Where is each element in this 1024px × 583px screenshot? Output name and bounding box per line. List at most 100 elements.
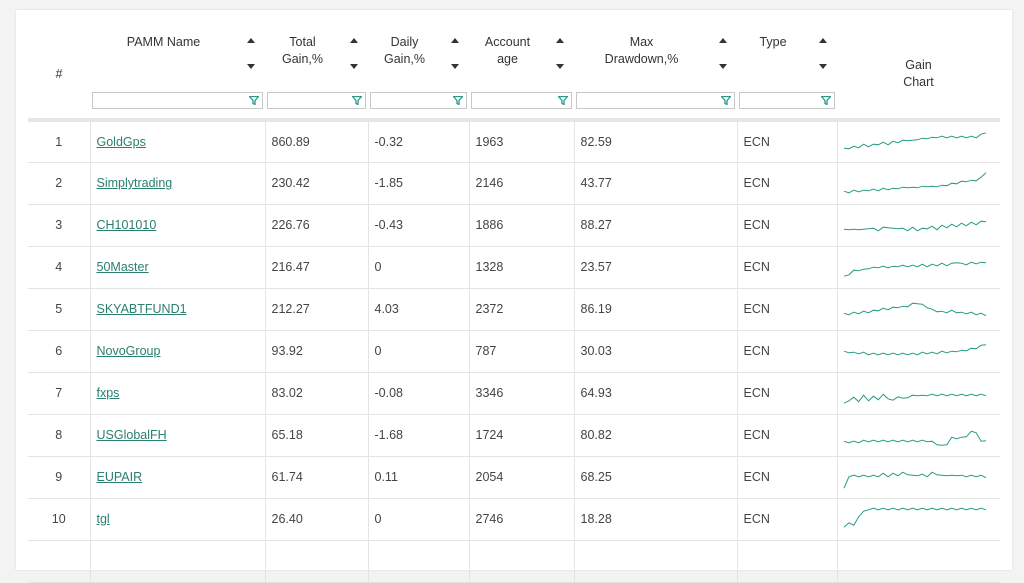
cell-gain-chart [837,288,1000,331]
cell-dd: 86.19 [574,288,738,331]
cell-num: 3 [28,204,91,247]
cell-num: 1 [28,120,91,163]
filter-type-input[interactable] [745,93,829,109]
header-name-label: PAMM Name [126,35,201,49]
cell-num: 2 [28,162,91,205]
cell-gain: 230.42 [265,162,369,205]
header-chart-line2: Chart [903,75,934,89]
funnel-icon[interactable] [821,96,831,105]
sort-asc-icon[interactable] [556,38,564,43]
cell-gain-chart [837,498,1000,541]
pamm-name-link[interactable]: Simplytrading [97,176,173,190]
sort-control-type [817,34,831,74]
pamm-name-link[interactable]: GoldGps [97,135,146,149]
pamm-name-link[interactable]: 50Master [97,260,149,274]
filter-type[interactable] [739,92,835,109]
cell-gain-chart [837,120,1000,163]
pamm-name-link[interactable]: SKYABTFUND1 [97,302,187,316]
sort-asc-icon[interactable] [819,38,827,43]
cell-dd: 18.28 [574,498,738,541]
funnel-icon[interactable] [352,96,362,105]
pamm-name-link[interactable]: tgl [97,512,110,526]
sparkline-path [843,430,986,446]
header-chart-label: Gain Chart [837,57,1000,91]
sort-asc-icon[interactable] [350,38,358,43]
cell-gain-chart [837,204,1000,247]
cell-num: 6 [28,330,91,373]
pamm-name-link[interactable]: EUPAIR [97,470,143,484]
pamm-name-link[interactable]: NovoGroup [97,344,161,358]
cell-age [469,540,575,583]
table-row: 1 GoldGps 860.89 -0.32 1963 82.59 ECN [28,120,1000,163]
filter-gain-input[interactable] [273,93,360,109]
header-daily-label: Daily Gain,% [368,34,441,68]
sort-asc-icon[interactable] [247,38,255,43]
cell-gain: 216.47 [265,246,369,289]
sort-asc-icon[interactable] [719,38,727,43]
sort-desc-icon[interactable] [451,64,459,69]
sort-desc-icon[interactable] [556,64,564,69]
cell-age: 1963 [469,120,575,163]
cell-gain-chart [837,414,1000,457]
sparkline-path [843,132,986,150]
pamm-name-link[interactable]: fxps [97,386,120,400]
funnel-icon[interactable] [249,96,259,105]
cell-num: 8 [28,414,91,457]
cell-gain-chart [837,372,1000,415]
cell-type: ECN [737,498,838,541]
cell-gain-chart [837,456,1000,499]
cell-daily: 0.11 [368,456,470,499]
cell-name: CH101010 [90,204,266,247]
header-dd-label: Max Drawdown,% [574,34,709,68]
sort-desc-icon[interactable] [719,64,727,69]
sort-control-age [554,34,568,74]
filter-daily-input[interactable] [376,93,461,109]
cell-num: 4 [28,246,91,289]
cell-name: tgl [90,498,266,541]
cell-gain: 61.74 [265,456,369,499]
cell-dd: 43.77 [574,162,738,205]
filter-gain[interactable] [267,92,366,109]
sort-asc-icon[interactable] [451,38,459,43]
sort-desc-icon[interactable] [247,64,255,69]
cell-age: 1328 [469,246,575,289]
col-header-daily: Daily Gain,% [368,20,469,120]
cell-daily: 0 [368,246,470,289]
pamm-name-link[interactable]: CH101010 [97,218,157,232]
cell-type [737,540,838,583]
col-header-age: Account age [469,20,574,120]
funnel-icon[interactable] [721,96,731,105]
filter-age-input[interactable] [477,93,566,109]
sort-control-daily [449,34,463,74]
cell-dd [574,540,738,583]
cell-daily: -1.85 [368,162,470,205]
cell-type: ECN [737,456,838,499]
filter-daily[interactable] [370,92,467,109]
table-row: 7 fxps 83.02 -0.08 3346 64.93 ECN [28,372,1000,415]
pamm-name-link[interactable]: USGlobalFH [97,428,167,442]
sort-desc-icon[interactable] [350,64,358,69]
sort-control-name [245,34,259,74]
header-daily-line2: Gain,% [384,52,425,66]
funnel-icon[interactable] [558,96,568,105]
table-row: 2 Simplytrading 230.42 -1.85 2146 43.77 ECN [28,162,1000,205]
table-row: 9 EUPAIR 61.74 0.11 2054 68.25 ECN [28,456,1000,499]
cell-gain: 226.76 [265,204,369,247]
filter-dd[interactable] [576,92,735,109]
col-header-type: Type [737,20,837,120]
cell-gain: 26.40 [265,498,369,541]
filter-name[interactable] [92,92,263,109]
filter-name-input[interactable] [105,93,250,109]
sparkline-path [843,220,986,232]
sort-desc-icon[interactable] [819,64,827,69]
cell-daily: 4.03 [368,288,470,331]
filter-age[interactable] [471,92,572,109]
cell-dd: 80.82 [574,414,738,457]
table-row: 3 CH101010 226.76 -0.43 1886 88.27 ECN [28,204,1000,247]
table-row: 8 USGlobalFH 65.18 -1.68 1724 80.82 ECN [28,414,1000,457]
sort-control-gain [348,34,362,74]
funnel-icon[interactable] [453,96,463,105]
header-chart-line1: Gain [905,58,932,72]
header-row: # PAMM Name Total Gain,% Daily Gain,% Ac… [28,20,1000,120]
filter-dd-input[interactable] [588,93,723,109]
